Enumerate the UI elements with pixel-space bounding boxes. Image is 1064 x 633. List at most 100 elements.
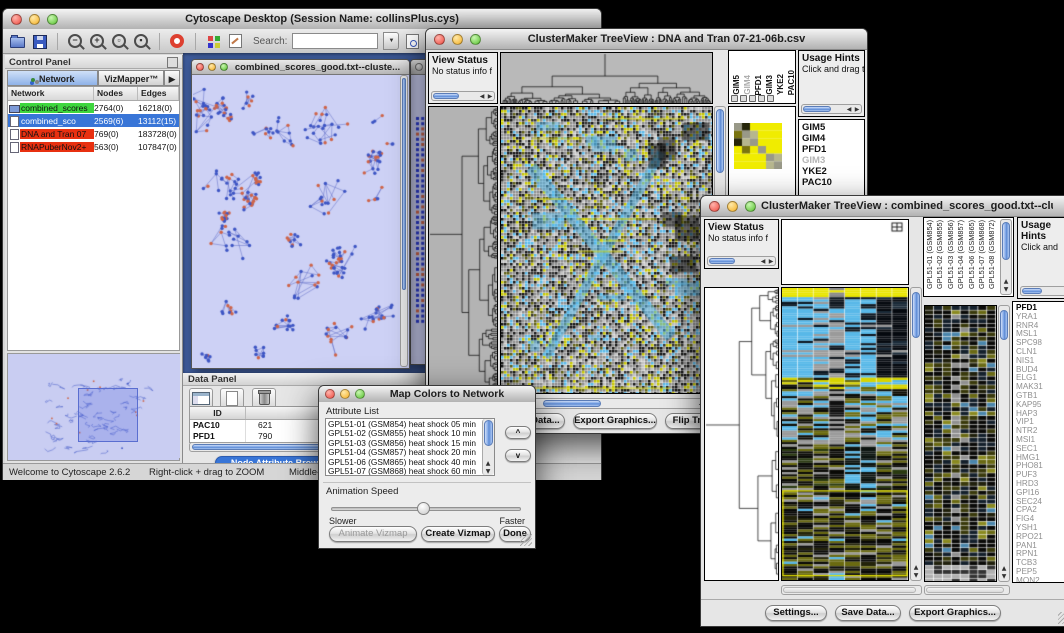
- frame-zoom-button[interactable]: [220, 63, 228, 71]
- scroll-thumb[interactable]: [912, 292, 920, 338]
- column-tree-canvas[interactable]: [782, 220, 908, 284]
- gene-label[interactable]: MON2: [1014, 577, 1043, 583]
- zoom-tool-icon[interactable]: [731, 95, 738, 102]
- network-canvas[interactable]: [193, 75, 399, 367]
- resize-grip[interactable]: [1058, 612, 1064, 624]
- network-list-row[interactable]: combined_scores2764(0)16218(0): [8, 101, 179, 114]
- annotation-icon[interactable]: [227, 32, 244, 50]
- move-up-button[interactable]: ^: [505, 426, 531, 439]
- search-dropdown-arrow[interactable]: ▼: [383, 32, 399, 50]
- open-file-icon[interactable]: [9, 32, 26, 50]
- zoom-tool-icon[interactable]: [767, 95, 774, 102]
- tab-network[interactable]: Network: [7, 70, 98, 86]
- search-input[interactable]: [292, 33, 378, 49]
- heatmap-canvas[interactable]: [782, 288, 908, 580]
- zoom-selected-icon[interactable]: ▪: [133, 32, 150, 50]
- attribute-listbox[interactable]: GPL51-01 (GSM854) heat shock 05 minGPL51…: [325, 418, 495, 476]
- scroll-thumb[interactable]: [1002, 222, 1010, 260]
- view-status-hscrollbar[interactable]: ◀ ▶: [707, 256, 776, 266]
- scroll-left-arrow[interactable]: ◀: [845, 106, 853, 113]
- search-options-icon[interactable]: [404, 32, 421, 50]
- view-status-hscrollbar[interactable]: ◀ ▶: [431, 91, 495, 101]
- birds-eye-view[interactable]: [7, 353, 180, 461]
- secondary-vscrollbar[interactable]: ▲ ▼: [998, 305, 1010, 582]
- scroll-thumb[interactable]: [1022, 288, 1042, 294]
- scroll-up-arrow[interactable]: ▲: [1000, 565, 1008, 572]
- attribute-list-item[interactable]: GPL51-07 (GSM868) heat shock 60 min: [326, 467, 482, 476]
- summary-heatmap-canvas[interactable]: [734, 123, 782, 169]
- heatmap-hscrollbar[interactable]: [781, 585, 922, 595]
- zoom-in-icon[interactable]: +: [89, 32, 106, 50]
- scroll-thumb[interactable]: [709, 258, 735, 264]
- network-table-header[interactable]: Network Nodes Edges: [8, 87, 179, 101]
- zoom-button[interactable]: [355, 389, 365, 399]
- gene-label[interactable]: GIM3: [799, 155, 832, 166]
- secondary-hscrollbar[interactable]: [924, 585, 1010, 595]
- scroll-left-arrow[interactable]: ◀: [759, 258, 767, 265]
- scroll-thumb[interactable]: [484, 420, 493, 446]
- zoom-button[interactable]: [47, 14, 58, 25]
- scroll-thumb[interactable]: [783, 587, 916, 593]
- minimize-button[interactable]: [727, 201, 738, 212]
- animate-vizmap-button[interactable]: Animate Vizmap: [329, 526, 417, 542]
- cytoscape-titlebar[interactable]: Cytoscape Desktop (Session Name: collins…: [3, 9, 601, 30]
- close-button[interactable]: [325, 389, 335, 399]
- move-down-button[interactable]: v: [505, 449, 531, 462]
- vizmapper-icon[interactable]: [205, 32, 222, 50]
- scroll-thumb[interactable]: [1000, 310, 1008, 340]
- dialog-titlebar[interactable]: Map Colors to Network: [319, 386, 535, 403]
- column-dendrogram-canvas[interactable]: [501, 53, 712, 103]
- zoom-tool-icon[interactable]: [758, 95, 765, 102]
- scroll-up-arrow[interactable]: ▲: [484, 460, 492, 467]
- scroll-thumb[interactable]: [926, 587, 1004, 593]
- frame-close-button[interactable]: [196, 63, 204, 71]
- scroll-right-arrow[interactable]: ▶: [767, 258, 775, 265]
- list-vscrollbar[interactable]: ▲ ▼: [482, 419, 494, 475]
- zoom-tool-icon[interactable]: [740, 95, 747, 102]
- usage-hints-hscrollbar[interactable]: ◀ ▶: [801, 104, 862, 114]
- gene-label[interactable]: GIM4: [799, 133, 832, 144]
- usage-hints-hscrollbar[interactable]: [1020, 286, 1064, 296]
- minimize-button[interactable]: [340, 389, 350, 399]
- zoom-fit-icon[interactable]: ▫: [111, 32, 128, 50]
- tab-vizmapper[interactable]: VizMapper™: [98, 70, 164, 86]
- scroll-thumb[interactable]: [543, 400, 601, 407]
- resize-grip[interactable]: [520, 534, 532, 546]
- scroll-thumb[interactable]: [803, 106, 831, 112]
- save-icon[interactable]: [31, 32, 48, 50]
- minimize-button[interactable]: [29, 14, 40, 25]
- scroll-thumb[interactable]: [433, 93, 459, 99]
- float-panel-icon[interactable]: [167, 57, 178, 68]
- export-graphics-button[interactable]: Export Graphics...: [573, 413, 657, 429]
- scroll-down-arrow[interactable]: ▼: [1000, 573, 1008, 580]
- scroll-thumb[interactable]: [402, 78, 406, 290]
- row-dendrogram-canvas[interactable]: [429, 107, 497, 393]
- gene-label[interactable]: YKE2: [799, 166, 832, 177]
- close-button[interactable]: [434, 34, 445, 45]
- network-list-row[interactable]: DNA and Tran 07769(0)183728(0): [8, 127, 179, 140]
- zoom-out-icon[interactable]: −: [67, 32, 84, 50]
- network-list-row[interactable]: RNAPuberNov2+563(0)107847(0): [8, 140, 179, 153]
- settings-button[interactable]: Settings...: [765, 605, 827, 621]
- export-graphics-button[interactable]: Export Graphics...: [909, 605, 1001, 621]
- scroll-left-arrow[interactable]: ◀: [478, 93, 486, 100]
- frame-minimize-button[interactable]: [208, 63, 216, 71]
- heatmap-vscrollbar[interactable]: ▲ ▼: [910, 287, 922, 581]
- network-frame-titlebar[interactable]: combined_scores_good.txt--cluste...: [192, 60, 409, 75]
- overview-viewport[interactable]: [78, 388, 138, 442]
- zoom-button[interactable]: [470, 34, 481, 45]
- gene-label[interactable]: GIM5: [799, 122, 832, 133]
- treeview2-titlebar[interactable]: ClusterMaker TreeView : combined_scores_…: [701, 196, 1064, 217]
- zoom-button[interactable]: [745, 201, 756, 212]
- scroll-up-arrow[interactable]: ▲: [912, 564, 920, 571]
- column-labels-vscrollbar[interactable]: ▲ ▼: [1000, 219, 1012, 295]
- gene-label[interactable]: PAC10: [799, 177, 832, 188]
- frame-close-button[interactable]: [415, 63, 423, 71]
- gene-label[interactable]: PFD1: [799, 144, 832, 155]
- secondary-heatmap-canvas[interactable]: [925, 306, 996, 581]
- scroll-right-arrow[interactable]: ▶: [486, 93, 494, 100]
- scroll-right-arrow[interactable]: ▶: [853, 106, 861, 113]
- treeview1-titlebar[interactable]: ClusterMaker TreeView : DNA and Tran 07-…: [426, 29, 867, 50]
- help-lifering-icon[interactable]: [169, 32, 186, 50]
- minimize-button[interactable]: [452, 34, 463, 45]
